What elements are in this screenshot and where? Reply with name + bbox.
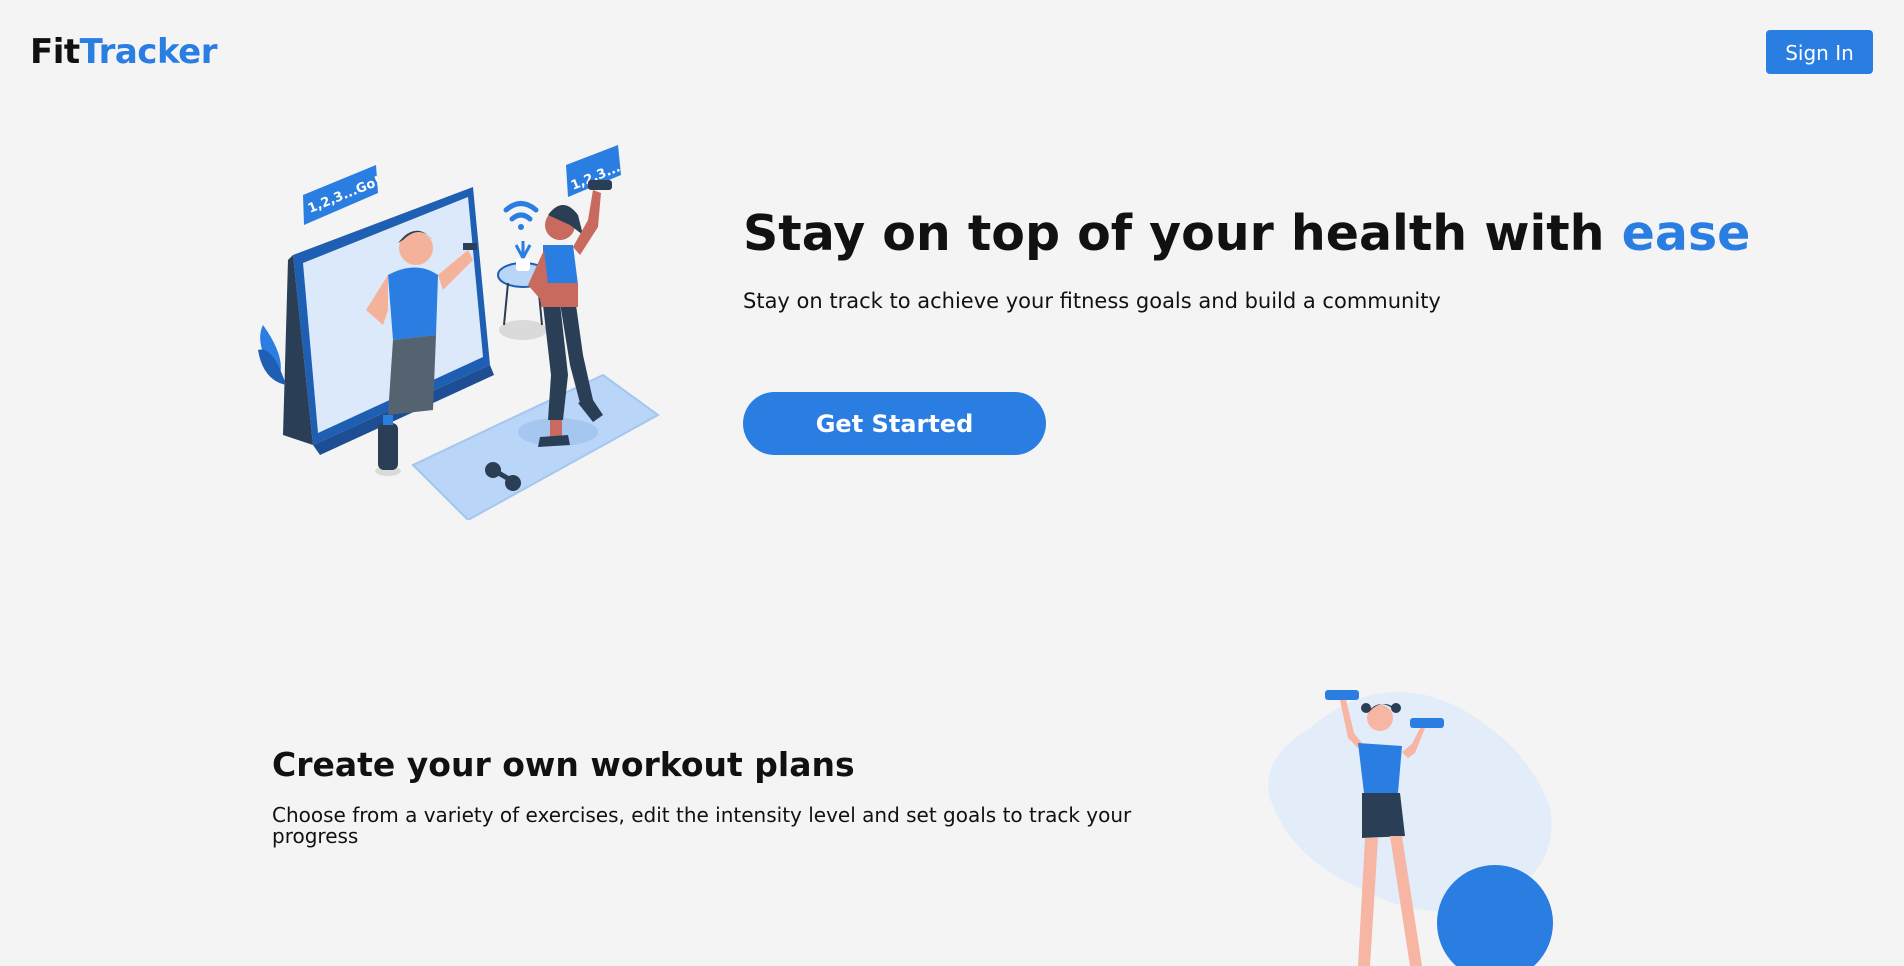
plant-decoration [258, 325, 286, 385]
woman-dumbbell-press-illustration [1268, 690, 1553, 966]
get-started-button[interactable]: Get Started [743, 392, 1046, 455]
wifi-icon [503, 201, 539, 230]
hero-title-accent: ease [1621, 205, 1751, 262]
logo-fit: Fit [30, 32, 80, 72]
fittracker-logo[interactable]: FitTracker [30, 32, 218, 72]
hero-title: Stay on top of your health with ease [743, 205, 1750, 262]
workout-video-call-illustration: 1,2,3...Go! 1,2,3... [258, 145, 660, 520]
landing-page: FitTracker Sign In 1,2,3...Go! 1,2,3... … [0, 0, 1904, 966]
speech-bubble-left: 1,2,3...Go! [303, 165, 383, 225]
hero-title-main: Stay on top of your health with [743, 205, 1622, 262]
yoga-mat [411, 373, 660, 520]
hero-subtitle: Stay on track to achieve your fitness go… [743, 289, 1441, 313]
feature-description: Choose from a variety of exercises, edit… [272, 803, 1132, 848]
logo-tracker: Tracker [79, 32, 218, 72]
feature-title: Create your own workout plans [272, 745, 855, 784]
sign-in-button[interactable]: Sign In [1766, 30, 1873, 74]
